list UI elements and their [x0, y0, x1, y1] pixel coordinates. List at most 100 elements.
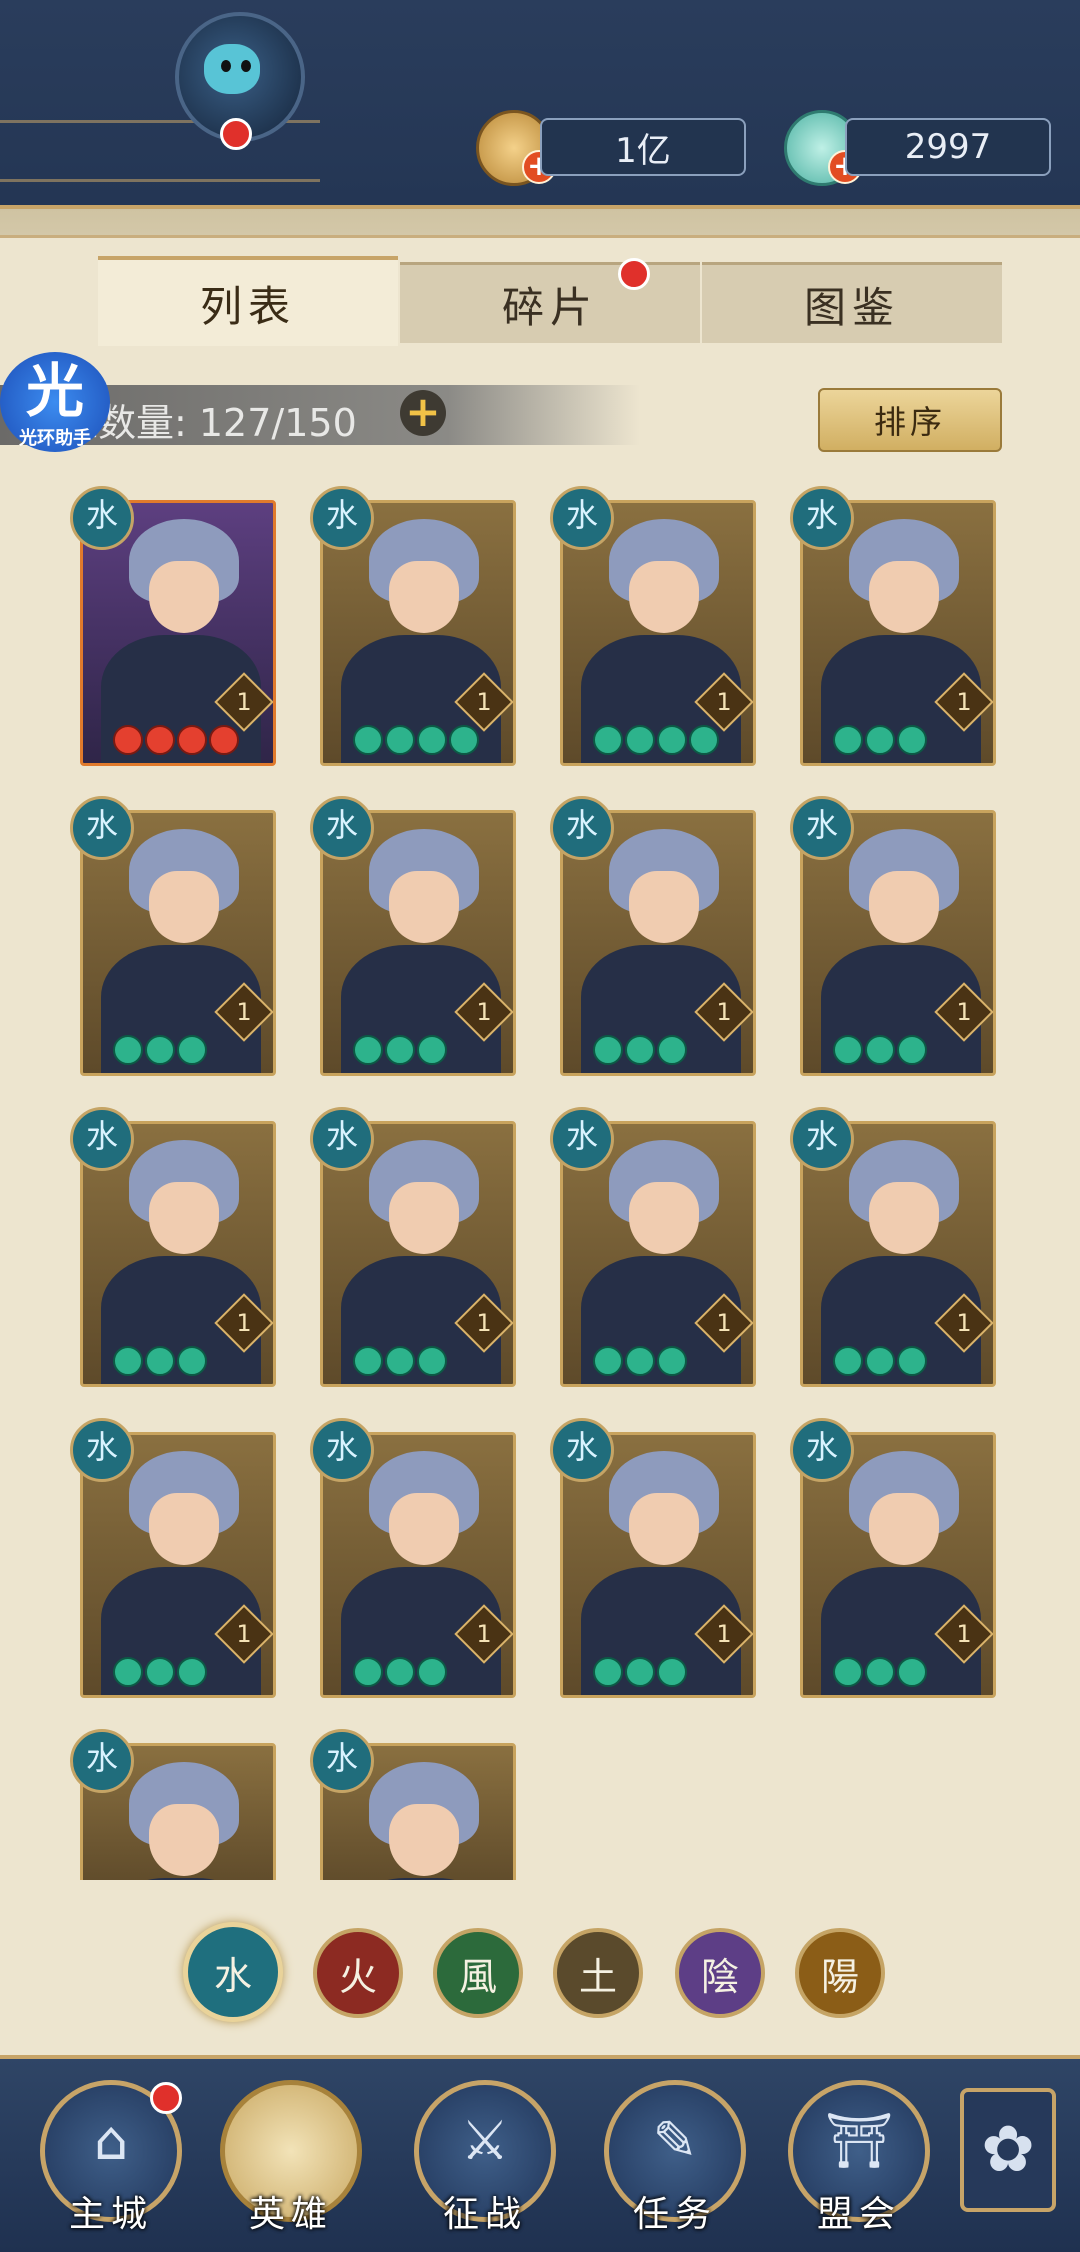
hero-portrait-face	[389, 1493, 459, 1565]
star-orb-icon	[625, 1035, 655, 1065]
star-orb-icon	[657, 1346, 687, 1376]
hero-level: 1	[476, 1309, 492, 1337]
nav-main-city-icon: ⌂	[93, 2109, 129, 2172]
element-filter-5[interactable]: 陽	[795, 1928, 885, 2018]
hero-level: 1	[716, 1620, 732, 1648]
hero-portrait-face	[389, 1182, 459, 1254]
star-orb-icon	[113, 1346, 143, 1376]
nav-campaign-icon: ⚔	[460, 2109, 510, 2172]
hero-portrait-face	[869, 871, 939, 943]
element-filter-3[interactable]: 土	[553, 1928, 643, 2018]
star-orb-icon	[145, 1657, 175, 1687]
element-filter-1[interactable]: 火	[313, 1928, 403, 2018]
expand-capacity-button[interactable]: +	[400, 390, 446, 436]
star-orb-icon	[593, 1657, 623, 1687]
hero-stars	[593, 1035, 687, 1065]
star-orb-icon	[625, 1346, 655, 1376]
hero-stars	[353, 1035, 447, 1065]
hero-level: 1	[956, 1620, 972, 1648]
hero-portrait-face	[389, 1804, 459, 1876]
hero-portrait-face	[629, 1493, 699, 1565]
star-orb-icon	[657, 1035, 687, 1065]
star-orb-icon	[385, 1657, 415, 1687]
hero-portrait-face	[629, 871, 699, 943]
star-orb-icon	[385, 1346, 415, 1376]
hero-stars	[113, 1657, 207, 1687]
star-orb-icon	[177, 1346, 207, 1376]
star-orb-icon	[865, 1035, 895, 1065]
water-element-icon: 水	[310, 1729, 374, 1793]
star-orb-icon	[897, 1035, 927, 1065]
halo-assistant-badge[interactable]: 光 光环助手	[0, 352, 110, 452]
star-orb-icon	[353, 1346, 383, 1376]
hero-stars	[833, 725, 927, 755]
fragments-notification-dot	[618, 258, 650, 290]
nav-quests-label: 任务	[632, 2194, 717, 2235]
water-element-icon: 水	[790, 796, 854, 860]
star-orb-icon	[353, 1657, 383, 1687]
star-orb-icon	[865, 1657, 895, 1687]
hero-stars	[113, 725, 239, 755]
sort-button[interactable]: 排序	[818, 388, 1002, 452]
water-element-icon: 水	[310, 1107, 374, 1171]
water-element-icon: 水	[790, 486, 854, 550]
hero-stars	[833, 1035, 927, 1065]
star-orb-icon	[145, 1346, 175, 1376]
hero-level: 1	[236, 1620, 252, 1648]
nav-heroes-label: 英雄	[248, 2194, 333, 2235]
hero-stars	[593, 1346, 687, 1376]
hero-portrait-face	[389, 561, 459, 633]
star-orb-icon	[897, 725, 927, 755]
star-orb-icon	[865, 1346, 895, 1376]
hero-portrait-face	[149, 1804, 219, 1876]
tab-codex[interactable]: 图鉴	[702, 262, 1002, 343]
water-element-icon: 水	[550, 1107, 614, 1171]
filter-bar	[0, 1880, 1080, 2050]
hero-portrait-face	[869, 1182, 939, 1254]
hero-level: 1	[236, 1309, 252, 1337]
star-orb-icon	[689, 725, 719, 755]
hero-stars	[833, 1346, 927, 1376]
halo-assistant-label: 光环助手	[19, 428, 91, 449]
water-element-icon: 水	[310, 796, 374, 860]
star-orb-icon	[833, 1657, 863, 1687]
water-element-icon: 水	[70, 486, 134, 550]
star-orb-icon	[833, 725, 863, 755]
hero-level: 1	[716, 1309, 732, 1337]
nav-guild-label: 盟会	[816, 2194, 901, 2235]
star-orb-icon	[625, 725, 655, 755]
hero-portrait-face	[149, 1493, 219, 1565]
hero-level: 1	[236, 998, 252, 1026]
star-orb-icon	[385, 1035, 415, 1065]
tab-fragments[interactable]: 碎片	[400, 262, 700, 343]
star-orb-icon	[417, 725, 447, 755]
star-orb-icon	[865, 725, 895, 755]
jade-amount: 2997	[845, 118, 1051, 176]
nav-main-city-label: 主城	[68, 2194, 153, 2235]
hero-level: 1	[956, 1309, 972, 1337]
star-orb-icon	[625, 1657, 655, 1687]
gold-amount: 1亿	[540, 118, 746, 176]
star-orb-icon	[353, 725, 383, 755]
hero-portrait-face	[869, 561, 939, 633]
star-orb-icon	[209, 725, 239, 755]
avatar-eye	[241, 60, 251, 72]
water-element-icon: 水	[70, 1107, 134, 1171]
element-filter-2[interactable]: 風	[433, 1928, 523, 2018]
hero-level: 1	[476, 1620, 492, 1648]
element-filter-4[interactable]: 陰	[675, 1928, 765, 2018]
star-orb-icon	[353, 1035, 383, 1065]
water-element-icon: 水	[550, 486, 614, 550]
clover-icon[interactable]: ✿	[960, 2088, 1056, 2212]
tab-list[interactable]: 列表	[98, 256, 398, 346]
star-orb-icon	[833, 1346, 863, 1376]
star-orb-icon	[145, 1035, 175, 1065]
star-orb-icon	[417, 1035, 447, 1065]
star-orb-icon	[113, 1657, 143, 1687]
avatar-character	[204, 44, 260, 94]
star-orb-icon	[449, 725, 479, 755]
star-orb-icon	[897, 1346, 927, 1376]
star-orb-icon	[145, 725, 175, 755]
element-filter-0[interactable]: 水	[183, 1922, 283, 2022]
water-element-icon: 水	[70, 796, 134, 860]
